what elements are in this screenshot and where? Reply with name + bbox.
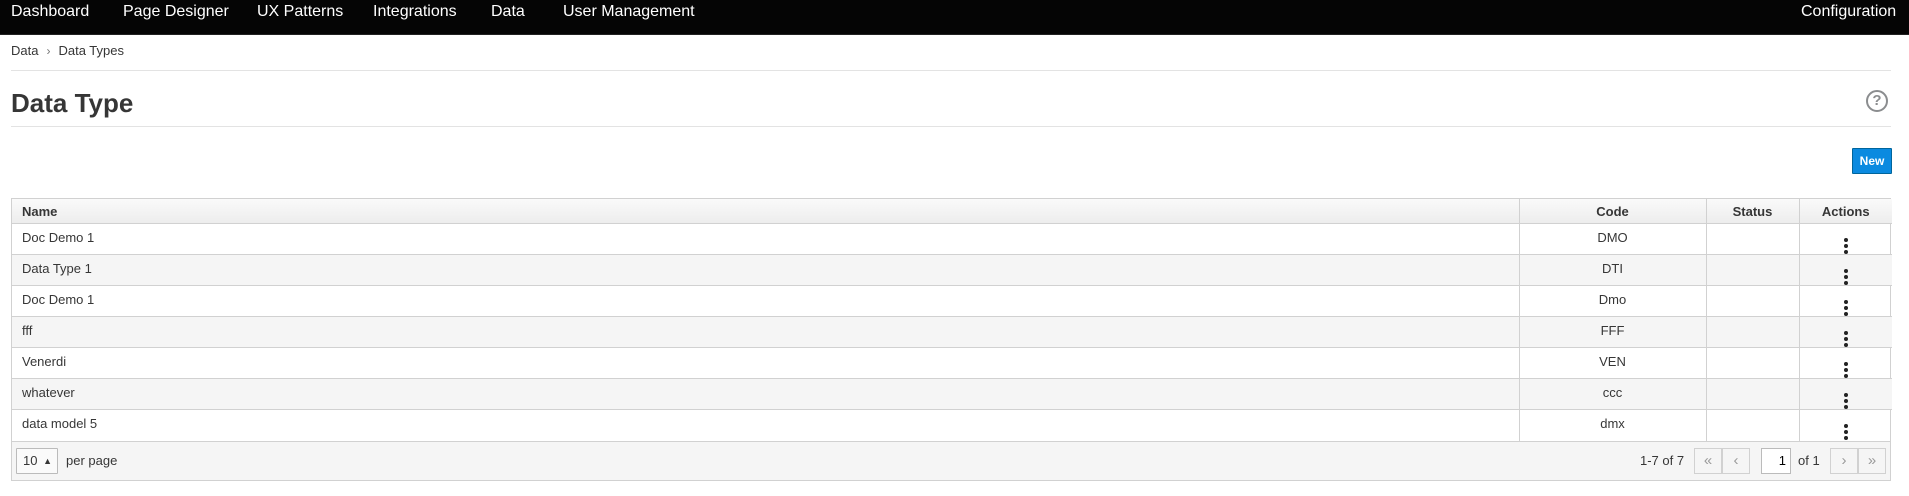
total-pages-label: of 1 (1798, 452, 1820, 468)
cell-code: Dmo (1518, 285, 1706, 317)
table-row: Doc Demo 1 DMO (12, 223, 1892, 255)
cell-status (1705, 254, 1799, 286)
cell-actions (1798, 254, 1892, 286)
column-header-status[interactable]: Status (1705, 199, 1799, 224)
per-page-label: per page (66, 452, 118, 468)
table-footer-pagination: 10 ▲ per page 1-7 of 7 « ‹ of 1 › » (12, 440, 1890, 480)
cell-status (1705, 378, 1799, 410)
table-row: Venerdi VEN (12, 347, 1892, 379)
per-page-select[interactable]: 10 ▲ (16, 447, 58, 474)
cell-status (1705, 223, 1799, 255)
table-row: Doc Demo 1 Dmo (12, 285, 1892, 317)
kebab-menu-icon[interactable] (1843, 238, 1848, 254)
data-types-table: Name Code Status Actions Doc Demo 1 DMO … (11, 198, 1892, 481)
nav-integrations[interactable]: Integrations (373, 0, 457, 24)
table-row: Data Type 1 DTI (12, 254, 1892, 286)
breadcrumb-data-link[interactable]: Data (11, 43, 38, 58)
current-page-input[interactable] (1761, 447, 1791, 474)
kebab-menu-icon[interactable] (1843, 362, 1848, 378)
cell-code: DTI (1518, 254, 1706, 286)
table-row: whatever ccc (12, 378, 1892, 410)
cell-name: fff (12, 316, 1519, 348)
chevron-up-icon: ▲ (43, 455, 52, 466)
cell-status (1705, 409, 1799, 441)
previous-page-button[interactable]: ‹ (1722, 447, 1750, 474)
cell-name: Doc Demo 1 (12, 285, 1519, 317)
breadcrumb-current: Data Types (58, 43, 124, 58)
last-page-button[interactable]: » (1858, 447, 1886, 474)
pagination-range: 1-7 of 7 (1640, 452, 1685, 468)
divider (11, 126, 1891, 127)
page-title: Data Type (11, 88, 134, 118)
nav-dashboard[interactable]: Dashboard (11, 0, 89, 24)
cell-code: DMO (1518, 223, 1706, 255)
cell-code: ccc (1518, 378, 1706, 410)
help-icon[interactable]: ? (1866, 90, 1888, 112)
column-header-name[interactable]: Name (12, 199, 1519, 224)
cell-actions (1798, 347, 1892, 379)
cell-status (1705, 347, 1799, 379)
cell-status (1705, 316, 1799, 348)
nav-configuration[interactable]: Configuration (1801, 0, 1896, 24)
cell-name: Venerdi (12, 347, 1519, 379)
table-row: data model 5 dmx (12, 409, 1892, 441)
cell-code: dmx (1518, 409, 1706, 441)
cell-code: FFF (1518, 316, 1706, 348)
cell-status (1705, 285, 1799, 317)
cell-code: VEN (1518, 347, 1706, 379)
cell-name: Data Type 1 (12, 254, 1519, 286)
breadcrumb-separator: › (46, 43, 51, 58)
column-header-actions: Actions (1798, 199, 1892, 224)
nav-user-management[interactable]: User Management (563, 0, 695, 24)
nav-ux-patterns[interactable]: UX Patterns (257, 0, 343, 24)
breadcrumb: Data › Data Types (11, 43, 124, 58)
cell-actions (1798, 316, 1892, 348)
cell-name: Doc Demo 1 (12, 223, 1519, 255)
kebab-menu-icon[interactable] (1843, 269, 1848, 285)
cell-actions (1798, 285, 1892, 317)
kebab-menu-icon[interactable] (1843, 300, 1848, 316)
new-button[interactable]: New (1852, 148, 1892, 174)
divider (11, 70, 1891, 71)
cell-actions (1798, 223, 1892, 255)
kebab-menu-icon[interactable] (1843, 424, 1848, 440)
table-row: fff FFF (12, 316, 1892, 348)
nav-page-designer[interactable]: Page Designer (123, 0, 229, 24)
cell-name: data model 5 (12, 409, 1519, 441)
column-header-code[interactable]: Code (1518, 199, 1706, 224)
per-page-value: 10 (23, 452, 38, 468)
cell-name: whatever (12, 378, 1519, 410)
next-page-button[interactable]: › (1830, 447, 1858, 474)
kebab-menu-icon[interactable] (1843, 331, 1848, 347)
first-page-button[interactable]: « (1694, 447, 1722, 474)
cell-actions (1798, 409, 1892, 441)
nav-data[interactable]: Data (491, 0, 525, 24)
table-header-row: Name Code Status Actions (12, 199, 1892, 224)
top-navbar: Dashboard Page Designer UX Patterns Inte… (0, 0, 1909, 35)
cell-actions (1798, 378, 1892, 410)
kebab-menu-icon[interactable] (1843, 393, 1848, 409)
